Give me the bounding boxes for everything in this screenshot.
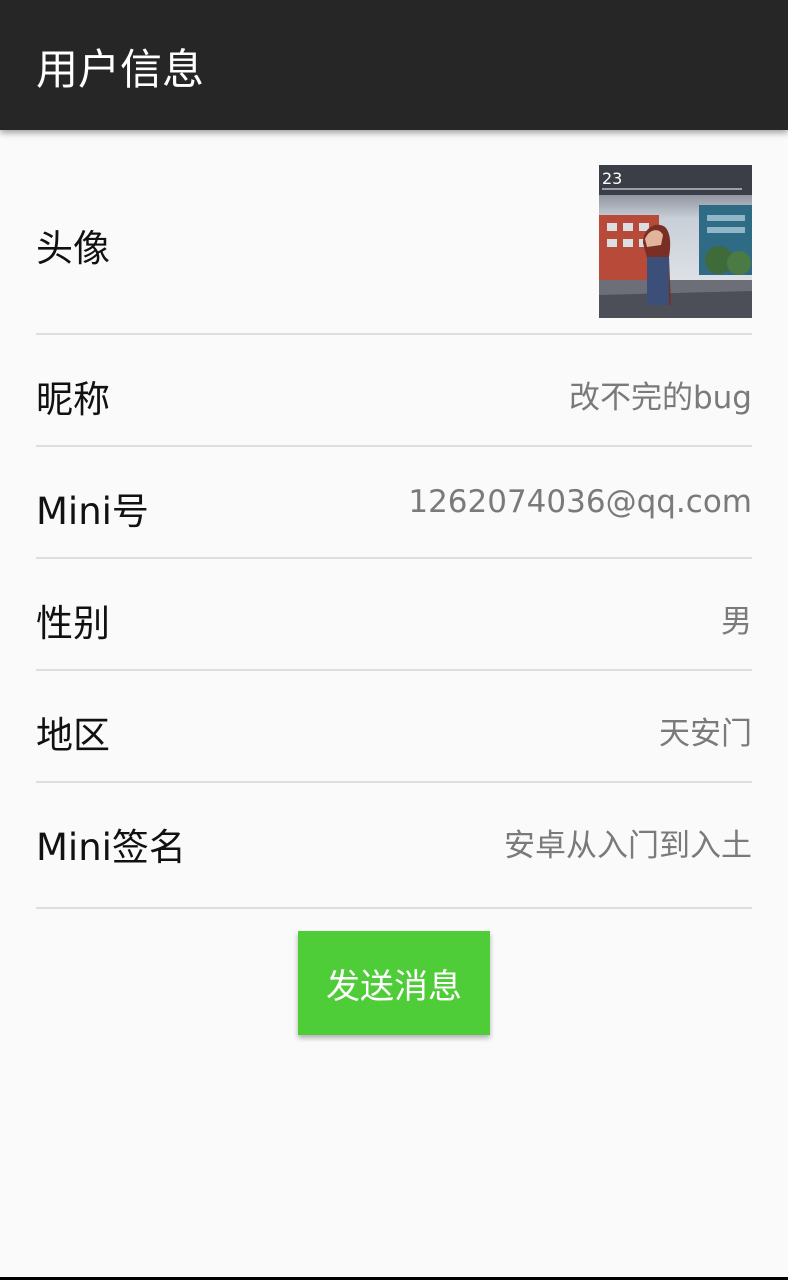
svg-text:23: 23 (602, 169, 622, 188)
gender-label: 性别 (36, 602, 110, 645)
region-row[interactable]: 地区 天安门 (36, 671, 752, 783)
mini-id-row[interactable]: Mini号 1262074036@qq.com (36, 447, 752, 559)
nickname-label: 昵称 (36, 378, 110, 421)
avatar-label: 头像 (36, 227, 110, 270)
send-message-button[interactable]: 发送消息 (298, 931, 490, 1035)
mini-id-value: 1262074036@qq.com (408, 484, 752, 520)
nickname-row[interactable]: 昵称 改不完的bug (36, 335, 752, 447)
signature-row[interactable]: Mini签名 安卓从入门到入土 (36, 783, 752, 909)
page-title: 用户信息 (36, 45, 205, 94)
avatar-image: 23 (599, 165, 752, 318)
nickname-value: 改不完的bug (568, 380, 752, 416)
signature-label: Mini签名 (36, 826, 186, 869)
region-label: 地区 (36, 714, 110, 757)
region-value: 天安门 (659, 716, 752, 752)
mini-id-label: Mini号 (36, 490, 149, 533)
avatar[interactable]: 23 (599, 165, 752, 318)
gender-row[interactable]: 性别 男 (36, 559, 752, 671)
signature-value: 安卓从入门到入土 (504, 828, 752, 864)
app-toolbar: 用户信息 (0, 0, 788, 130)
gender-value: 男 (721, 604, 752, 640)
avatar-row[interactable]: 头像 23 (36, 130, 752, 335)
